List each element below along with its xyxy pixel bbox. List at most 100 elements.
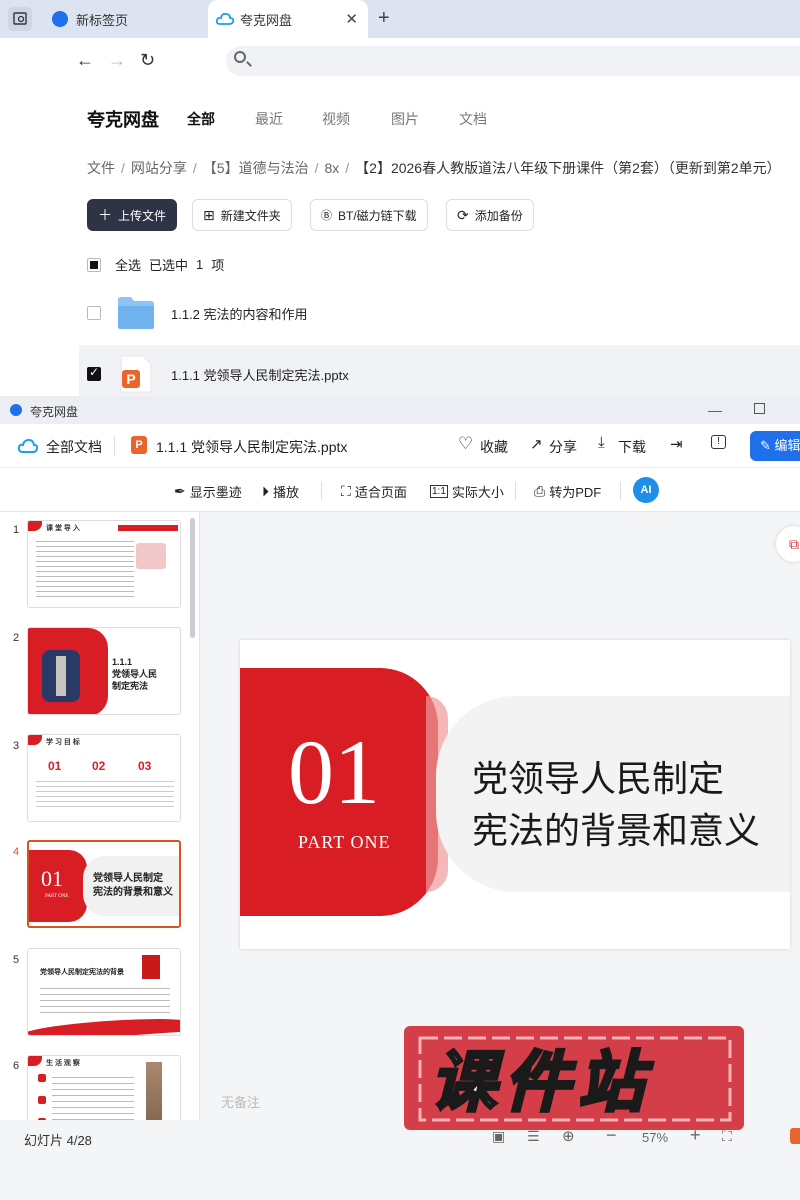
show-ink-button[interactable]: ✒ 显示墨迹 [174, 482, 242, 501]
to-pdf-button[interactable]: ⎙ 转为PDF [534, 482, 601, 501]
add-backup-button[interactable]: ⟳ 添加备份 [446, 199, 534, 231]
tab-label: 夸克网盘 [240, 12, 293, 28]
maximize-icon[interactable] [754, 403, 765, 414]
thumb-number: 1 [13, 524, 20, 536]
breadcrumb-item[interactable]: 【5】道德与法治 [203, 160, 309, 176]
share-icon[interactable]: ↗ [530, 435, 543, 453]
thumb-number-label: 01 [48, 759, 62, 773]
new-tab-icon[interactable]: + [378, 8, 390, 28]
plus-icon: ＋ [98, 207, 112, 223]
address-bar[interactable] [226, 46, 800, 76]
slide-thumbnail-4-current[interactable]: 01 PART ONE 党领导人民制定 宪法的背景和意义 [27, 840, 181, 928]
play-button[interactable]: ⏵ 播放 [262, 482, 299, 501]
thumb-caption: 生 活 观 察 [46, 1060, 80, 1067]
breadcrumb-item[interactable]: 8x [324, 160, 339, 176]
tab-video[interactable]: 视频 [322, 109, 350, 129]
thumb-caption: 学 习 目 标 [46, 739, 80, 746]
thumb-banner [118, 525, 178, 531]
slide-thumbnail-5[interactable]: 党领导人民制定宪法的背景 [27, 948, 181, 1036]
actual-size-label: 实际大小 [451, 485, 504, 500]
new-folder-button[interactable]: ⊞ 新建文件夹 [192, 199, 292, 231]
select-all-checkbox[interactable] [87, 257, 101, 272]
close-tab-icon[interactable]: ✕ [345, 10, 358, 28]
selected-count: 1 [196, 257, 204, 272]
file-name[interactable]: 1.1.2 宪法的内容和作用 [171, 304, 308, 323]
tab-document[interactable]: 文档 [459, 109, 487, 129]
actual-size-button[interactable]: 1:1 实际大小 [430, 482, 504, 501]
bt-label: BT/磁力链下载 [338, 208, 417, 223]
app-badge-icon[interactable] [790, 1128, 800, 1144]
current-slide: 01 PART ONE 党领导人民制定 宪法的背景和意义 [240, 640, 790, 949]
cloud-icon [18, 438, 38, 454]
tab-quark-drive[interactable]: 夸克网盘 ✕ [208, 0, 368, 38]
breadcrumb-current: 【2】2026春人教版道法八年级下册课件（第2套）（更新到第2单元） [355, 160, 781, 176]
tab-new-tab[interactable]: 新标签页 [42, 0, 206, 38]
thumb-number: 6 [13, 1060, 20, 1072]
forward-icon[interactable]: → [108, 50, 126, 71]
divider [114, 436, 115, 456]
sync-icon: ⟳ [457, 206, 469, 223]
favorite-button[interactable]: 收藏 [480, 437, 508, 457]
edit-label: 编辑 [774, 438, 800, 453]
thumb-monument-column [56, 656, 66, 696]
file-row[interactable]: 1.1.2 宪法的内容和作用 [79, 284, 800, 342]
export-icon[interactable]: ⇥ [670, 435, 683, 453]
pptx-file-icon: P [119, 354, 153, 394]
thumb-number-label: 01 [41, 866, 63, 891]
watermark-stamp: 课件站 [400, 1016, 750, 1136]
bt-download-button[interactable]: Ⓑ BT/磁力链下载 [310, 199, 428, 231]
back-icon[interactable]: ← [76, 50, 94, 71]
fit-page-button[interactable]: ⛶ 适合页面 [341, 482, 407, 501]
slide-title-line-1: 党领导人民制定 [472, 759, 725, 800]
slide-thumbnail-2[interactable]: 1.1.1 党领导人民 制定宪法 [27, 627, 181, 715]
upload-button[interactable]: ＋ 上传文件 [87, 199, 178, 231]
download-icon[interactable]: ⤓ [598, 434, 605, 451]
thumb-illustration [136, 543, 166, 569]
slide-thumbnail-3[interactable]: 学 习 目 标 01 02 03 [27, 734, 181, 822]
selection-row: 全选 已选中 1 项 [87, 255, 224, 274]
breadcrumb-item[interactable]: 文件 [87, 160, 115, 176]
reload-icon[interactable]: ↻ [140, 50, 155, 71]
divider [321, 482, 322, 500]
feedback-icon[interactable]: ! [711, 435, 726, 449]
thumb-bullet [38, 1074, 46, 1082]
pencil-icon: ✎ [760, 438, 771, 453]
row-checkbox[interactable] [87, 306, 101, 320]
breadcrumb-item[interactable]: 网站分享 [131, 160, 187, 176]
share-button[interactable]: 分享 [549, 437, 577, 457]
download-button[interactable]: 下载 [618, 437, 646, 457]
fit-page-icon: ⛶ [341, 483, 351, 499]
play-icon: ⏵ [262, 483, 269, 499]
side-tool-icon[interactable]: ⧉ [776, 526, 800, 562]
viewer-toolbar: ✒ 显示墨迹 ⏵ 播放 ⛶ 适合页面 1:1 实际大小 ⎙ 转为PDF AI [0, 468, 800, 512]
row-checkbox-checked[interactable] [87, 365, 101, 381]
tab-search-icon[interactable] [8, 7, 32, 31]
all-docs-link[interactable]: 全部文档 [46, 437, 102, 457]
slide-thumbnail-1[interactable]: 课 堂 导 入 [27, 520, 181, 608]
thumb-red-corner [28, 735, 42, 745]
slide-thumbnail-6[interactable]: 生 活 观 察 [27, 1055, 181, 1120]
browser-tab-bar: 新标签页 夸克网盘 ✕ + [0, 0, 800, 38]
ink-icon: ✒ [174, 483, 186, 499]
ai-assistant-icon[interactable]: AI [633, 477, 659, 503]
thumb-number: 5 [13, 954, 20, 966]
edit-button[interactable]: ✎ 编辑 [750, 431, 800, 461]
slide-counter: 幻灯片 4/28 [24, 1133, 92, 1148]
pptx-icon: P [131, 436, 147, 454]
tab-all[interactable]: 全部 [187, 109, 215, 129]
tab-label: 新标签页 [76, 12, 129, 28]
selected-label: 已选中 [149, 258, 189, 273]
file-name[interactable]: 1.1.1 党领导人民制定宪法.pptx [171, 365, 349, 384]
thumbnail-scrollbar[interactable] [190, 518, 195, 638]
select-all-label[interactable]: 全选 [115, 255, 141, 274]
divider [515, 482, 516, 500]
tab-recent[interactable]: 最近 [255, 109, 283, 129]
heart-icon[interactable]: ♡ [458, 434, 473, 454]
viewer-header: 全部文档 P 1.1.1 党领导人民制定宪法.pptx ♡ 收藏 ↗ 分享 ⤓ … [0, 424, 800, 468]
divider [620, 482, 621, 500]
thumb-red-wave [28, 1015, 180, 1035]
file-row-selected[interactable]: P 1.1.1 党领导人民制定宪法.pptx [79, 345, 800, 403]
minimize-icon[interactable]: — [708, 402, 722, 418]
tab-image[interactable]: 图片 [391, 109, 419, 129]
thumb-text-lines [52, 1072, 134, 1120]
